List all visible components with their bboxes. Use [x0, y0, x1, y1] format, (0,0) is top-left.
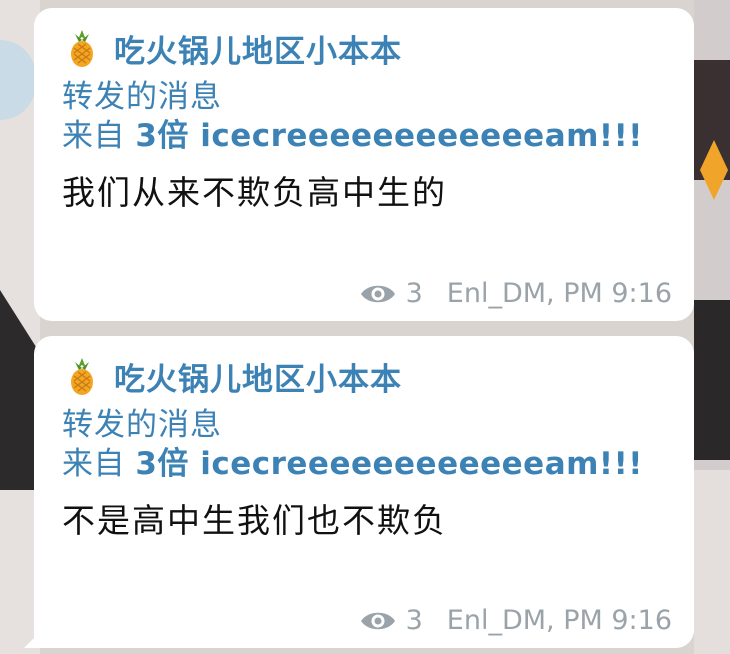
message-text: 不是高中生我们也不欺负	[62, 501, 447, 540]
forwarded-source[interactable]: 3倍 icecreeeeeeeeeeeeam!!!	[135, 118, 643, 154]
message-meta: 3 Enl_DM, PM 9:16	[360, 605, 672, 636]
pineapple-icon	[62, 356, 102, 396]
channel-header[interactable]: 吃火锅儿地区小本本	[62, 354, 670, 399]
author-time: Enl_DM, PM 9:16	[446, 278, 672, 309]
view-count: 3	[405, 278, 423, 309]
forwarded-from[interactable]: 来自 3倍 icecreeeeeeeeeeeeam!!!	[62, 444, 670, 484]
forwarded-source[interactable]: 3倍 icecreeeeeeeeeeeeam!!!	[135, 446, 643, 482]
eye-icon	[360, 282, 396, 306]
forwarded-label: 转发的消息	[62, 79, 222, 115]
message-text: 我们从来不欺负高中生的	[62, 173, 447, 212]
message-bubble[interactable]: 吃火锅儿地区小本本 转发的消息 来自 3倍 icecreeeeeeeeeeeea…	[24, 336, 694, 648]
channel-header[interactable]: 吃火锅儿地区小本本	[62, 26, 670, 71]
eye-icon	[360, 609, 396, 633]
forwarded-from[interactable]: 来自 3倍 icecreeeeeeeeeeeeam!!!	[62, 116, 670, 156]
forwarded-prefix: 来自	[62, 118, 136, 154]
channel-name[interactable]: 吃火锅儿地区小本本	[114, 26, 402, 71]
message-meta: 3 Enl_DM, PM 9:16	[360, 278, 672, 309]
view-count: 3	[405, 605, 423, 636]
pineapple-icon	[62, 28, 102, 68]
forwarded-prefix: 来自	[62, 446, 136, 482]
message-bubble[interactable]: 吃火锅儿地区小本本 转发的消息 来自 3倍 icecreeeeeeeeeeeea…	[34, 8, 694, 321]
channel-name[interactable]: 吃火锅儿地区小本本	[114, 354, 402, 399]
author-time: Enl_DM, PM 9:16	[446, 605, 672, 636]
forwarded-label: 转发的消息	[62, 407, 222, 443]
